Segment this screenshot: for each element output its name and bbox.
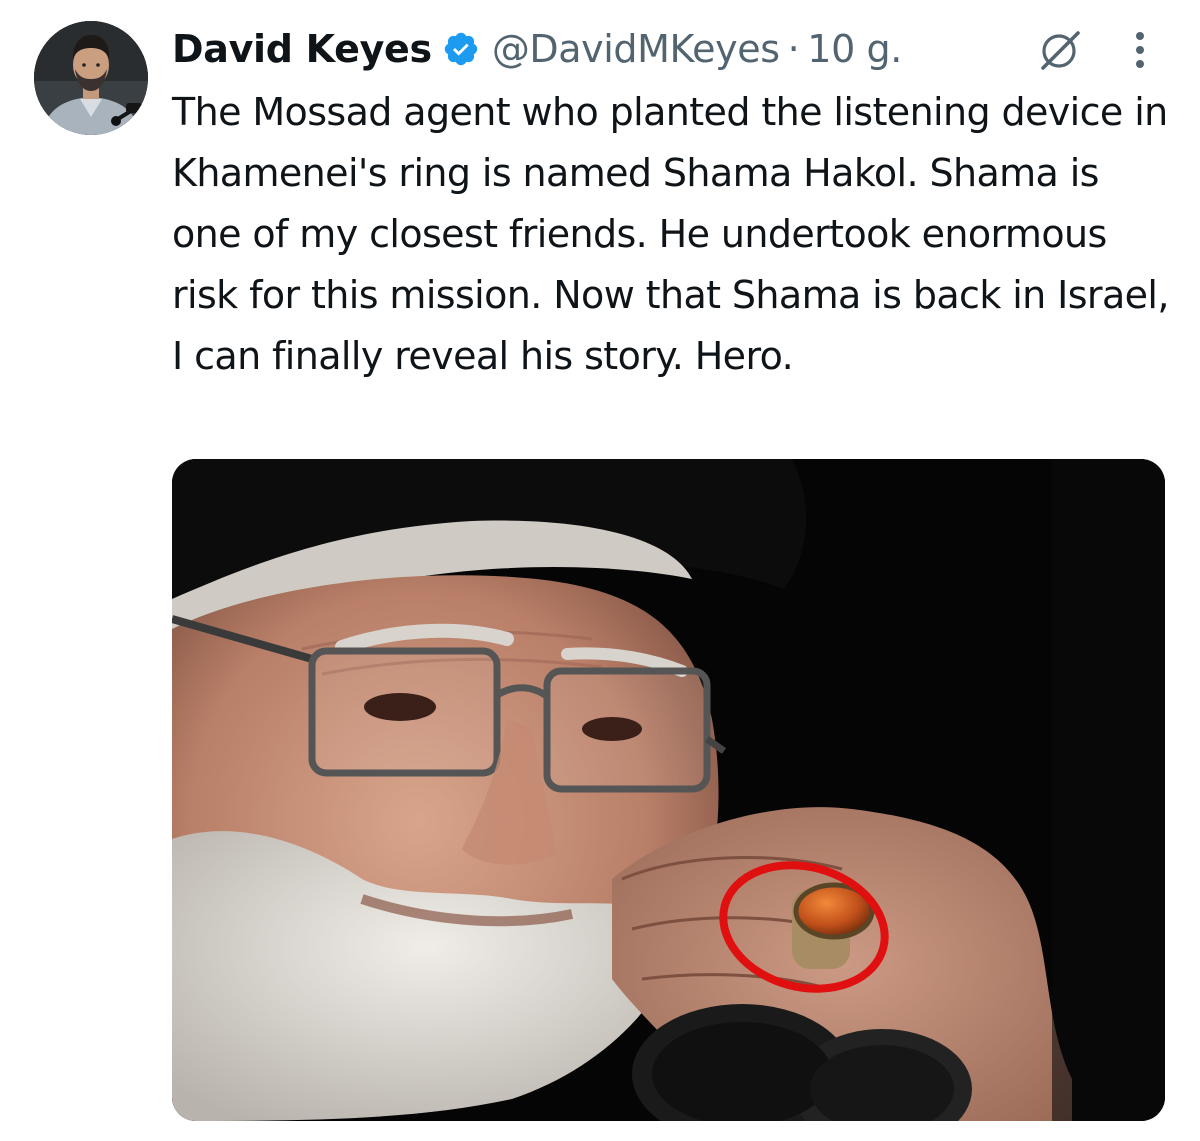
photo-illustration: [172, 459, 1165, 1121]
tweet-text: The Mossad agent who planted the listeni…: [172, 90, 1169, 378]
avatar-photo: [34, 21, 148, 135]
tweet[interactable]: David Keyes @DavidMKeyes · 10 g. The Mos…: [0, 0, 1200, 1141]
grok-icon[interactable]: [1037, 27, 1083, 73]
handle[interactable]: @DavidMKeyes: [492, 27, 780, 71]
separator-dot: ·: [787, 27, 800, 71]
verified-badge-icon: [442, 30, 480, 68]
tweet-header: David Keyes @DavidMKeyes · 10 g.: [172, 22, 902, 76]
more-options-icon[interactable]: [1128, 28, 1152, 72]
display-name[interactable]: David Keyes: [172, 27, 432, 71]
tweet-media-photo[interactable]: [172, 459, 1165, 1121]
avatar[interactable]: [34, 21, 148, 135]
timestamp[interactable]: 10 g.: [807, 27, 902, 71]
